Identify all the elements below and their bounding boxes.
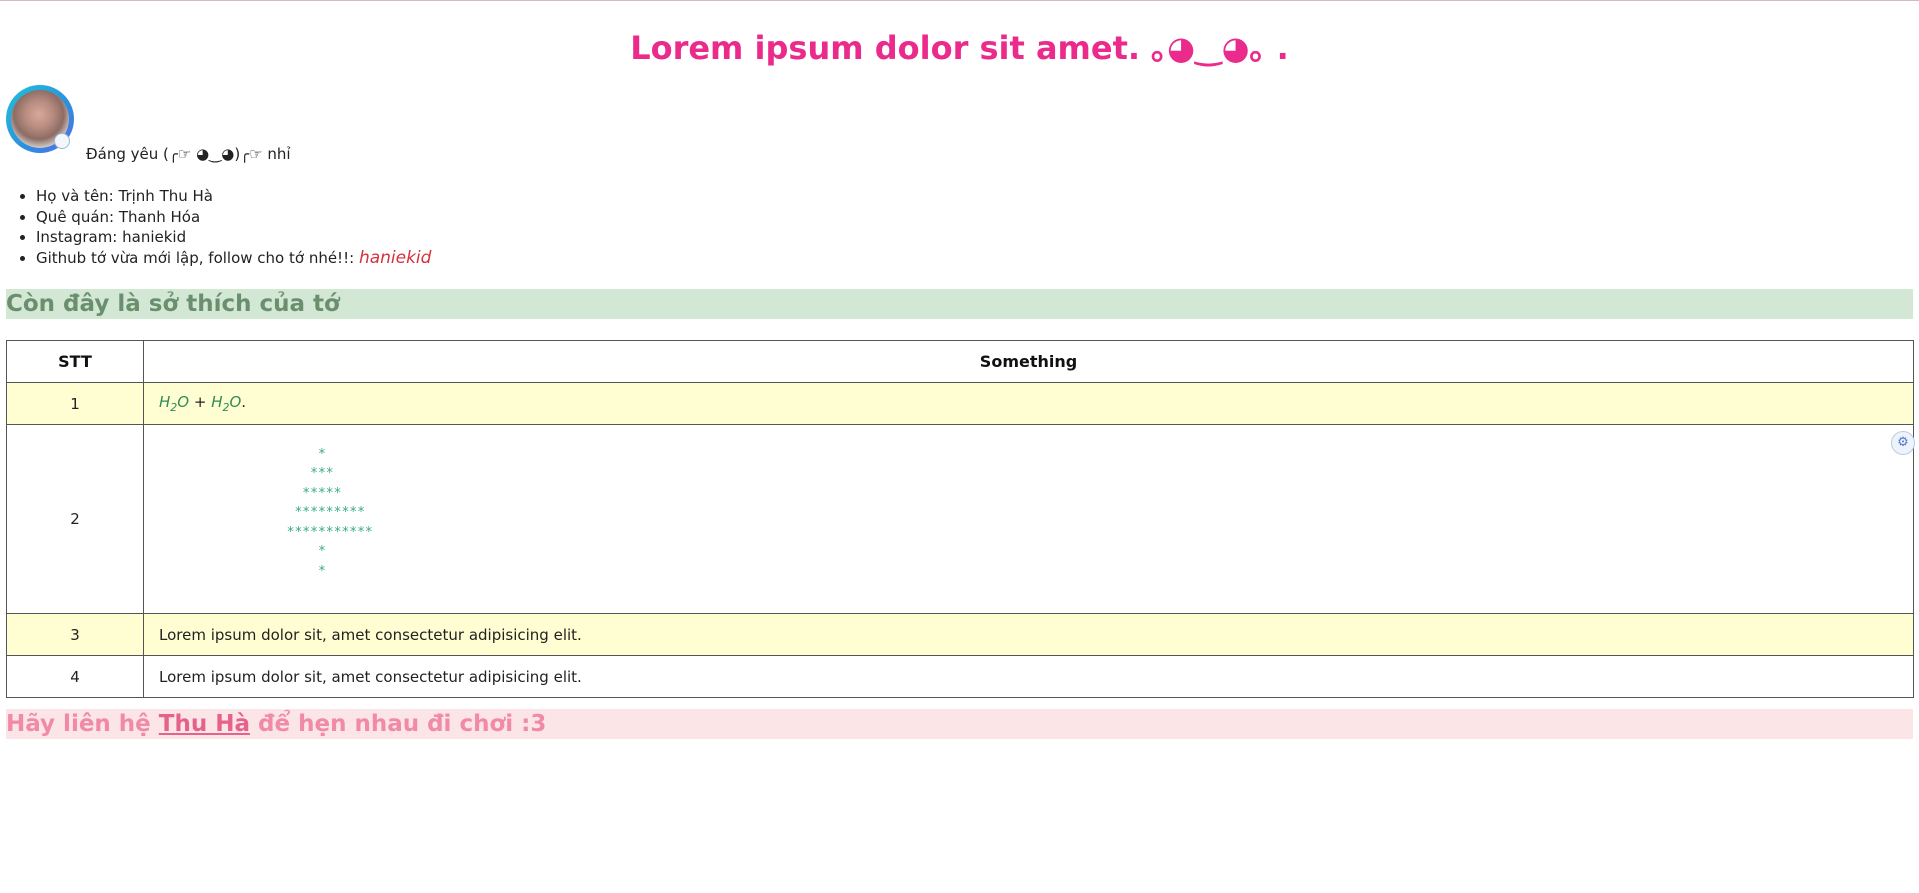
contact-link[interactable]: Thu Hà <box>159 711 250 737</box>
info-item-name: Họ và tên: Trịnh Thu Hà <box>36 186 431 207</box>
intro-text: Đáng yêu (╭☞ ◕‿◕)╭☞ nhỉ <box>86 145 291 163</box>
translate-icon[interactable]: ⚙ <box>1891 431 1915 455</box>
info-item-hometown: Quê quán: Thanh Hóa <box>36 207 431 228</box>
page-title: Lorem ipsum dolor sit amet. ｡◕‿◕｡ . <box>630 29 1289 67</box>
row-text: Lorem ipsum dolor sit, amet consectetur … <box>143 655 1914 698</box>
contact-heading: Hãy liên hệ Thu Hà để hẹn nhau đi chơi :… <box>6 709 1913 739</box>
table-row: 4 Lorem ipsum dolor sit, amet consectetu… <box>6 655 1914 698</box>
row-number: 2 <box>6 424 144 614</box>
ascii-tree: * *** ***** ********* *********** * * <box>286 446 373 579</box>
row-number: 4 <box>6 655 144 698</box>
row-text: Lorem ipsum dolor sit, amet consectetur … <box>143 613 1914 656</box>
avatar <box>6 85 74 153</box>
info-item-instagram: Instagram: haniekid <box>36 227 431 248</box>
info-list: Họ và tên: Trịnh Thu Hà Quê quán: Thanh … <box>6 186 431 268</box>
row-number: 1 <box>6 382 144 425</box>
row-number: 3 <box>6 613 144 656</box>
formula-cell: H2O + H2O. <box>143 382 1914 425</box>
github-prefix: Github tớ vừa mới lập, follow cho tớ nhé… <box>36 248 355 267</box>
tree-cell: * *** ***** ********* *********** * * <box>143 424 1914 614</box>
table-row: 2 * *** ***** ********* *********** * * <box>6 424 1914 614</box>
info-item-github: Github tớ vừa mới lập, follow cho tớ nhé… <box>36 248 431 269</box>
hobby-table: STT Something 1 H2O + H2O. 2 * *** *****… <box>6 340 1914 698</box>
table-row: 1 H2O + H2O. <box>6 382 1914 425</box>
table-header-row: STT Something <box>6 340 1914 383</box>
column-header-something: Something <box>143 340 1914 383</box>
column-header-stt: STT <box>6 340 144 383</box>
contact-suffix: để hẹn nhau đi chơi :3 <box>250 711 547 737</box>
formula: H2O + H2O. <box>159 393 247 414</box>
table-row: 3 Lorem ipsum dolor sit, amet consectetu… <box>6 613 1914 656</box>
avatar-badge-icon <box>54 133 70 149</box>
github-link[interactable]: haniekid <box>359 248 432 268</box>
contact-prefix: Hãy liên hệ <box>6 711 159 737</box>
hobby-heading: Còn đây là sở thích của tớ <box>6 289 1913 319</box>
